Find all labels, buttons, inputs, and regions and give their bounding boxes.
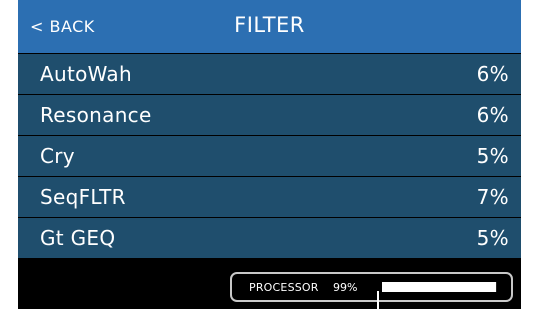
effect-list: AutoWah 6% Resonance 6% Cry 5% SeqFLTR 7… [18,54,521,259]
footer-bar: PROCESSOR 99% [18,259,521,309]
effect-usage: 5% [476,226,509,250]
processor-meter-box: PROCESSOR 99% [230,272,513,302]
processor-meter [382,282,497,292]
effect-item-gt-geq[interactable]: Gt GEQ 5% [18,218,521,258]
callout-line [377,291,379,309]
device-screen: < BACK FILTER AutoWah 6% Resonance 6% Cr… [18,0,521,309]
effect-name: AutoWah [40,62,132,86]
effect-item-autowah[interactable]: AutoWah 6% [18,54,521,94]
effect-item-seqfltr[interactable]: SeqFLTR 7% [18,177,521,217]
effect-name: Cry [40,144,75,168]
back-button[interactable]: < BACK [30,17,95,36]
effect-usage: 6% [476,103,509,127]
effect-name: Gt GEQ [40,226,116,250]
effect-item-cry[interactable]: Cry 5% [18,136,521,176]
processor-meter-fill [382,282,496,292]
effect-usage: 5% [476,144,509,168]
effect-usage: 7% [476,185,509,209]
header-bar: < BACK FILTER [18,0,521,53]
effect-name: SeqFLTR [40,185,126,209]
processor-label: PROCESSOR [249,281,319,294]
effect-usage: 6% [476,62,509,86]
processor-value: 99% [333,281,358,294]
effect-item-resonance[interactable]: Resonance 6% [18,95,521,135]
effect-name: Resonance [40,103,152,127]
